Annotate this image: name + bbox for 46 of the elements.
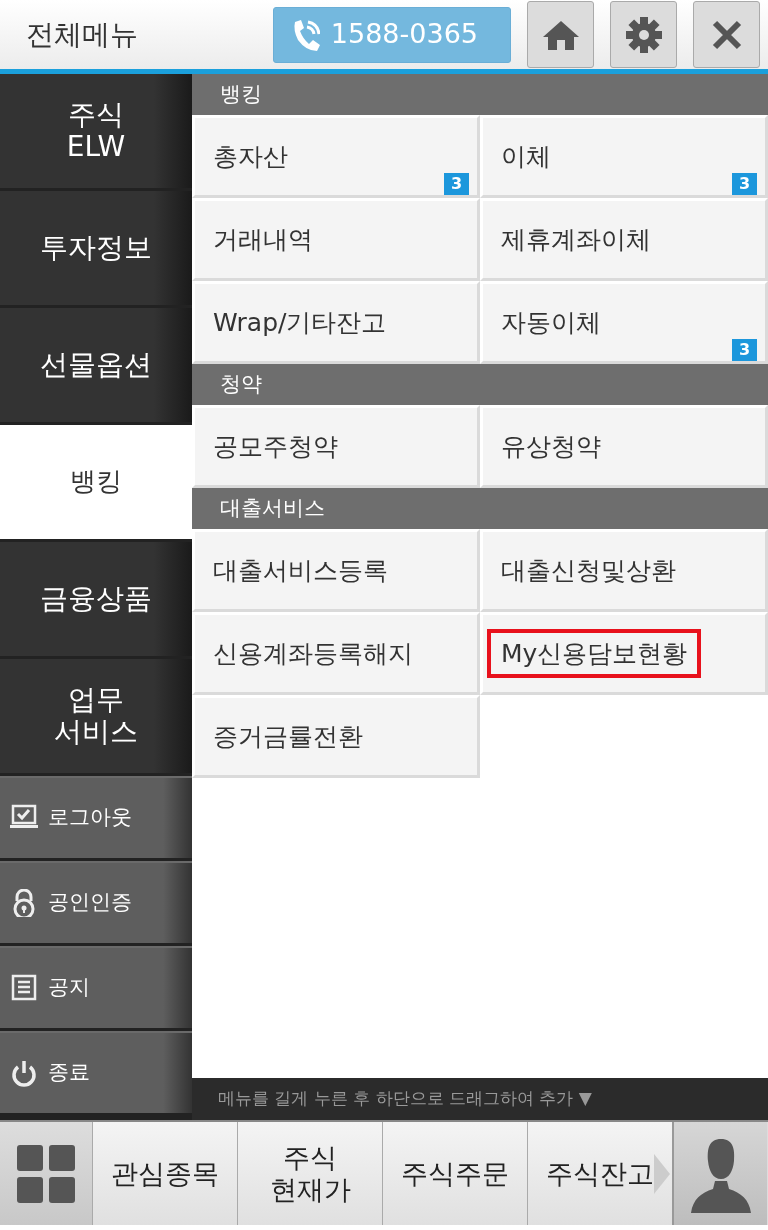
menu-item[interactable]: Wrap/기타잔고 bbox=[192, 281, 480, 364]
section-header: 청약 bbox=[192, 364, 768, 405]
menu-item[interactable]: 대출서비스등록 bbox=[192, 529, 480, 612]
profile-button[interactable] bbox=[672, 1122, 767, 1225]
menu-item[interactable]: 신용계좌등록해지 bbox=[192, 612, 480, 695]
menu-item[interactable]: 자동이체 3 bbox=[480, 281, 768, 364]
quick-menu-item[interactable]: 주식주문 bbox=[382, 1122, 527, 1225]
count-badge: 3 bbox=[732, 173, 757, 195]
category-tab[interactable]: 금융상품 bbox=[0, 542, 192, 656]
utility-item[interactable]: 종료 bbox=[0, 1031, 192, 1113]
menu-item[interactable]: 공모주청약 bbox=[192, 405, 480, 488]
settings-icon bbox=[625, 16, 662, 53]
category-tab[interactable]: 뱅킹 bbox=[0, 425, 192, 539]
list-icon bbox=[10, 974, 38, 1002]
count-badge: 3 bbox=[444, 173, 469, 195]
utility-item[interactable]: 로그아웃 bbox=[0, 776, 192, 858]
menu-item[interactable]: 대출신청및상환 bbox=[480, 529, 768, 612]
scroll-arrow-icon bbox=[654, 1154, 670, 1194]
section-header: 뱅킹 bbox=[192, 74, 768, 115]
close-button[interactable] bbox=[693, 1, 760, 68]
highlighted-menu-item[interactable]: My신용담보현황 bbox=[487, 628, 702, 679]
menu-item[interactable]: 총자산 3 bbox=[192, 115, 480, 198]
category-tab[interactable]: 선물옵션 bbox=[0, 308, 192, 422]
close-icon bbox=[710, 18, 743, 51]
quick-menu-item[interactable]: 관심종목 bbox=[92, 1122, 237, 1225]
quick-menu-item[interactable]: 주식잔고 bbox=[527, 1122, 672, 1225]
settings-button[interactable] bbox=[610, 1, 677, 68]
menu-item[interactable]: 유상청약 bbox=[480, 405, 768, 488]
menu-item[interactable]: 이체 3 bbox=[480, 115, 768, 198]
menu-item[interactable]: 제휴계좌이체 bbox=[480, 198, 768, 281]
category-tab[interactable]: 주식 ELW bbox=[0, 74, 192, 188]
category-tab[interactable]: 투자정보 bbox=[0, 191, 192, 305]
menu-title: 전체메뉴 bbox=[26, 16, 138, 53]
utility-item[interactable]: 공인인증 bbox=[0, 861, 192, 943]
category-tab[interactable]: 업무 서비스 bbox=[0, 659, 192, 773]
power-icon bbox=[10, 1059, 38, 1087]
utility-item[interactable]: 공지 bbox=[0, 946, 192, 1028]
quick-menu-item[interactable]: 주식 현재가 bbox=[237, 1122, 382, 1225]
home-button[interactable] bbox=[527, 1, 594, 68]
menu-item[interactable]: 거래내역 bbox=[192, 198, 480, 281]
count-badge: 3 bbox=[732, 339, 757, 361]
section-header: 대출서비스 bbox=[192, 488, 768, 529]
home-icon bbox=[541, 18, 580, 51]
hint-text: 메뉴를 길게 누른 후 하단으로 드래그하여 추가 ▼ bbox=[192, 1078, 768, 1120]
menu-item[interactable]: 증거금률전환 bbox=[192, 695, 480, 778]
grid-icon bbox=[16, 1143, 76, 1204]
